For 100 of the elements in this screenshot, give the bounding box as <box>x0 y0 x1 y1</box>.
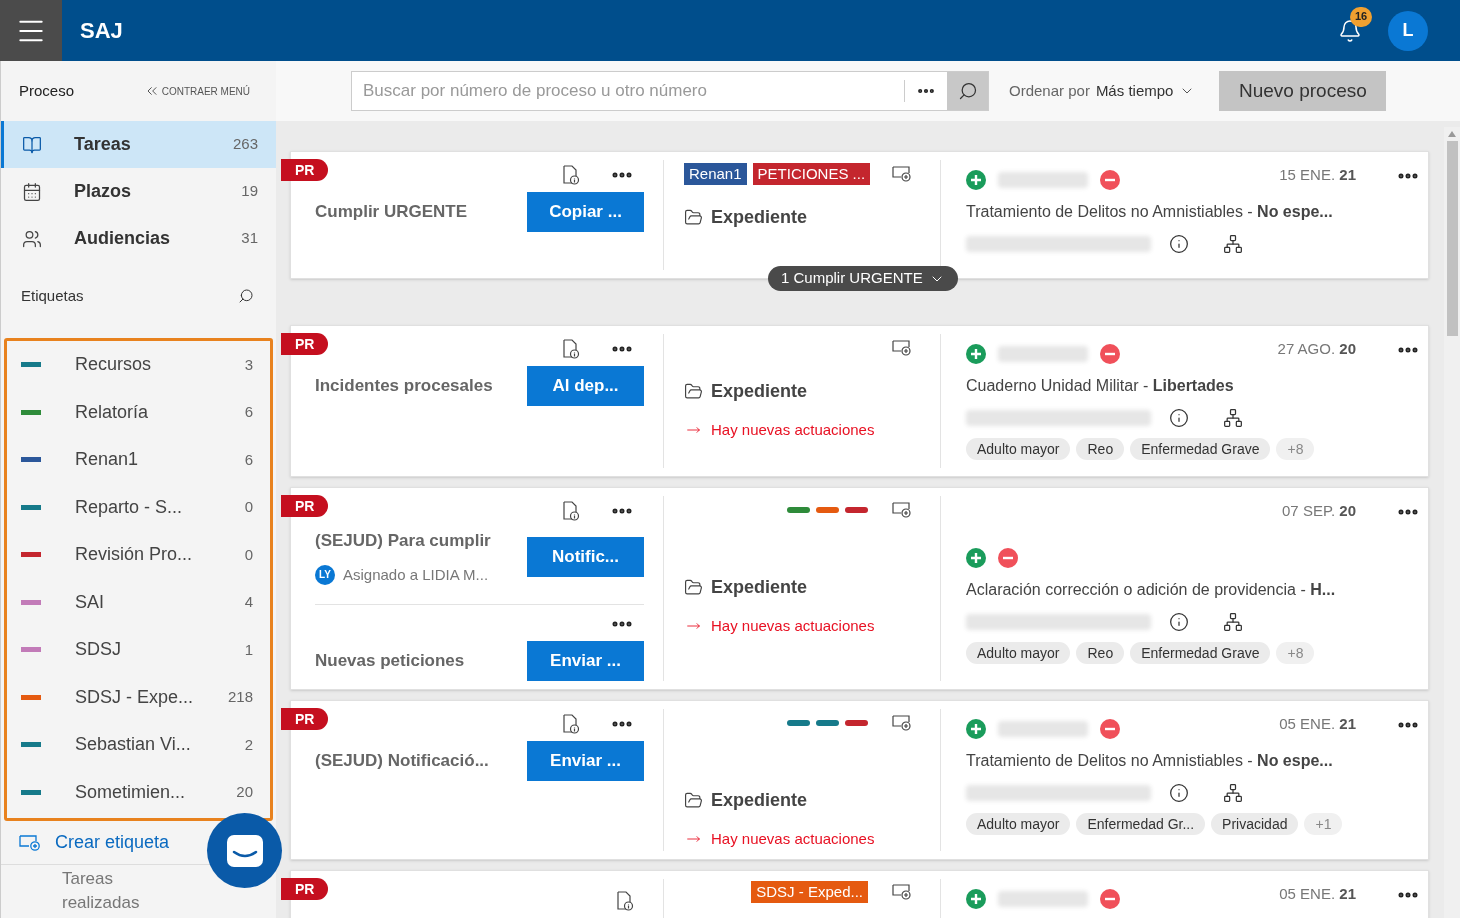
tag-count: 20 <box>236 782 253 802</box>
tag-item[interactable]: Relatoría 6 <box>7 388 270 436</box>
chip: Adulto mayor <box>966 642 1071 664</box>
add-circle-icon[interactable] <box>966 170 986 190</box>
add-tag-icon[interactable] <box>892 502 912 518</box>
tag-item[interactable]: Revisión Pro... 0 <box>7 531 270 579</box>
tag-label: SAI <box>75 590 105 614</box>
remove-circle-icon[interactable] <box>1100 888 1120 909</box>
info-icon[interactable] <box>1169 408 1189 428</box>
case-subject: Tratamiento de Delitos no Amnistiables - No espe... <box>966 751 1334 771</box>
remove-circle-icon[interactable] <box>998 548 1018 568</box>
tag-label[interactable]: Renan1 <box>684 163 747 185</box>
nav-item[interactable]: Tareas 263 <box>1 121 276 168</box>
folder-link[interactable]: Expediente <box>711 204 808 231</box>
info-icon[interactable] <box>1169 234 1189 254</box>
folder-link[interactable]: Expediente <box>711 787 808 814</box>
hierarchy-icon[interactable] <box>1223 783 1243 803</box>
add-circle-icon[interactable] <box>966 888 986 909</box>
create-tag-link[interactable]: Crear etiqueta <box>55 829 170 856</box>
sort-dropdown[interactable]: Ordenar por Más tiempo <box>1009 79 1196 103</box>
tag-count: 4 <box>244 592 253 612</box>
document-info-icon[interactable] <box>562 714 580 734</box>
add-tag-icon[interactable] <box>892 883 912 900</box>
nav-label: Tareas <box>74 133 132 156</box>
news-link[interactable]: Hay nuevas actuaciones <box>711 419 875 442</box>
folder-link[interactable]: Expediente <box>711 574 808 601</box>
case-subject: Tratamiento de Delitos no Amnistiables - No espe... <box>966 202 1334 222</box>
search-field[interactable]: Buscar por número de proceso u otro número <box>351 71 989 111</box>
task-title: (SEJUD) Para cumplir <box>315 530 491 552</box>
tag-item[interactable]: Reparto - S... 0 <box>7 483 270 531</box>
info-icon[interactable] <box>1169 783 1189 803</box>
tag-item[interactable]: Renan1 6 <box>7 436 270 484</box>
tag-label: Sometimien... <box>75 780 187 804</box>
news-link[interactable]: Hay nuevas actuaciones <box>711 615 875 638</box>
document-info-icon[interactable] <box>562 339 580 359</box>
tags-title: Etiquetas <box>21 285 84 306</box>
folder-link[interactable]: Expediente <box>711 378 808 405</box>
tag-count: 0 <box>244 497 253 517</box>
nav-count: 19 <box>241 181 258 202</box>
remove-circle-icon[interactable] <box>1100 719 1120 739</box>
search-button[interactable] <box>947 72 988 110</box>
action-button[interactable]: Al dep... <box>527 366 644 406</box>
tag-item[interactable]: Sometimien... 20 <box>7 768 270 816</box>
folder-icon <box>684 791 703 810</box>
document-info-icon[interactable] <box>562 165 580 185</box>
action-button[interactable]: Enviar ... <box>527 741 644 781</box>
menu-button[interactable] <box>0 0 62 61</box>
tag-item[interactable]: Sebastian Vi... 2 <box>7 721 270 769</box>
bell-icon[interactable] <box>1338 18 1362 43</box>
action-button[interactable]: Enviar ... <box>527 641 644 681</box>
search-icon[interactable] <box>238 288 254 304</box>
tag-item[interactable]: Recursos 3 <box>7 341 270 389</box>
tag-label: Recursos <box>75 353 153 377</box>
action-button[interactable]: Notific... <box>527 537 644 577</box>
assignee-text: Asignado a LIDIA M... <box>343 564 489 585</box>
remove-circle-icon[interactable] <box>1100 344 1120 364</box>
tag-item[interactable]: SDSJ - Expe... 218 <box>7 673 270 721</box>
action-button[interactable]: Copiar ... <box>527 192 644 232</box>
hierarchy-icon[interactable] <box>1223 234 1243 254</box>
hierarchy-icon[interactable] <box>1223 612 1243 632</box>
news-link[interactable]: Hay nuevas actuaciones <box>711 828 875 851</box>
tag-label[interactable]: PETICIONES ... <box>752 163 871 185</box>
search-input[interactable]: Buscar por número de proceso u otro número <box>352 72 904 110</box>
add-tag-icon[interactable] <box>892 166 912 182</box>
chat-icon <box>225 833 264 868</box>
task-pill[interactable]: 1 Cumplir URGENTE <box>768 266 958 291</box>
tag-label: Sebastian Vi... <box>75 733 192 757</box>
chip: Enfermedad Grave <box>1130 642 1271 664</box>
collapse-menu-button[interactable]: CONTRAER MENÚ <box>143 83 250 99</box>
scrollbar-thumb[interactable] <box>1446 141 1458 336</box>
section-title: Proceso <box>19 80 75 101</box>
remove-circle-icon[interactable] <box>1100 170 1120 190</box>
case-date: 15 ENE. 21 <box>1279 165 1356 185</box>
book-icon <box>22 134 42 155</box>
done-tasks-link[interactable]: Tareas realizadas <box>62 867 152 915</box>
tag-item[interactable]: SAI 4 <box>7 578 270 626</box>
add-tag-icon[interactable] <box>892 340 912 356</box>
hierarchy-icon[interactable] <box>1223 408 1243 428</box>
nav-item[interactable]: Audiencias 31 <box>1 215 276 262</box>
add-circle-icon[interactable] <box>966 548 986 568</box>
info-icon[interactable] <box>1169 612 1189 632</box>
nav-item[interactable]: Plazos 19 <box>1 168 276 215</box>
document-info-icon[interactable] <box>562 501 580 521</box>
scrollbar[interactable] <box>1444 127 1460 918</box>
new-process-button[interactable]: Nuevo proceso <box>1219 71 1387 111</box>
tag-label[interactable]: SDSJ - Exped... <box>751 880 868 903</box>
task-card[interactable] <box>290 487 1429 690</box>
case-subject: Aclaración corrección o adición de providencia - H... <box>966 580 1337 600</box>
case-date: 05 ENE. 21 <box>1279 714 1356 734</box>
case-subject: Cuaderno Unidad Militar - Libertades <box>966 376 1235 396</box>
chip: Enfermedad Grave <box>1130 438 1271 460</box>
tag-item[interactable]: SDSJ 1 <box>7 626 270 674</box>
add-tag-icon[interactable] <box>892 715 912 731</box>
add-circle-icon[interactable] <box>966 344 986 364</box>
document-info-icon[interactable] <box>616 890 634 911</box>
folder-icon <box>684 208 703 227</box>
add-circle-icon[interactable] <box>966 719 986 739</box>
user-avatar[interactable]: L <box>1388 10 1428 51</box>
tag-label: Relatoría <box>75 400 150 424</box>
nav-count: 263 <box>232 134 258 155</box>
